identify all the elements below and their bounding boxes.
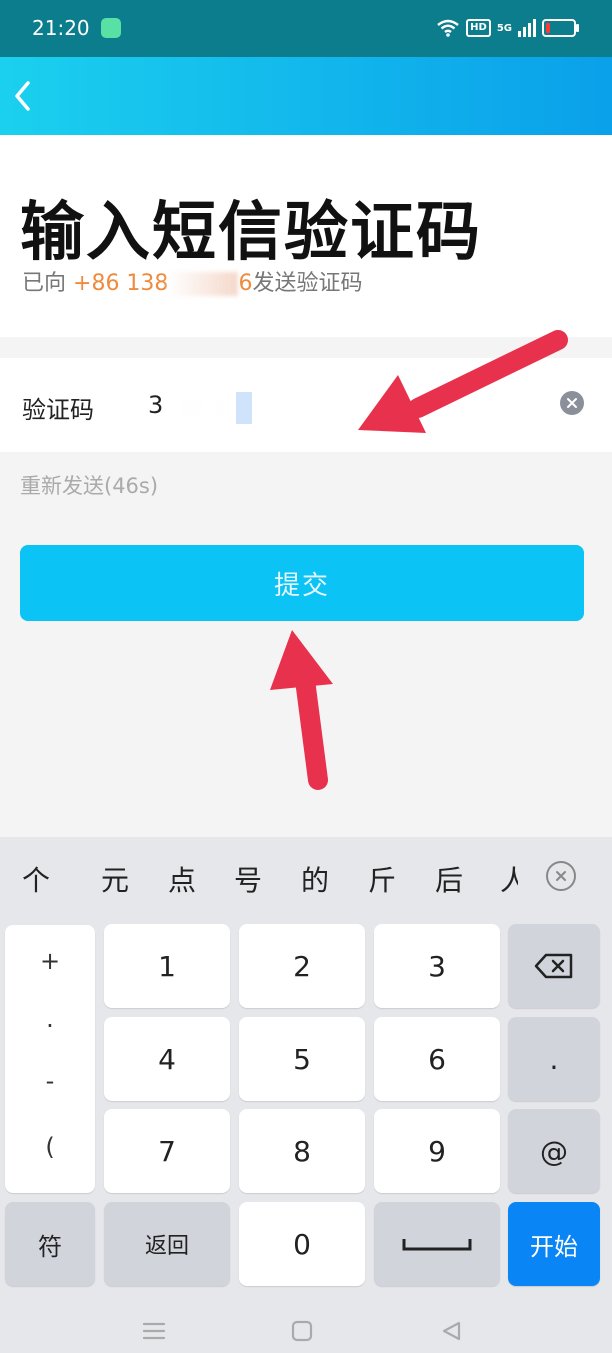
suggestion-item[interactable]: 点	[168, 859, 196, 899]
code-row: 验证码	[0, 358, 612, 452]
back-button[interactable]	[2, 75, 42, 117]
symbol-column[interactable]: + . - (	[5, 925, 95, 1193]
key-at[interactable]: @	[508, 1109, 600, 1193]
back-key[interactable]: 返回	[104, 1202, 230, 1286]
clear-input-button[interactable]	[560, 391, 584, 415]
close-suggestions-button[interactable]	[546, 861, 576, 891]
key-0[interactable]: 0	[239, 1202, 365, 1286]
back-nav-icon[interactable]	[440, 1320, 462, 1342]
system-nav-bar	[0, 1300, 612, 1353]
suggestion-item[interactable]: 号	[234, 859, 262, 899]
key-3[interactable]: 3	[374, 924, 500, 1008]
backspace-icon	[534, 953, 573, 979]
status-icons: HD 5G	[436, 14, 579, 42]
hd-icon: HD	[466, 19, 491, 37]
menu-icon[interactable]	[142, 1320, 166, 1342]
status-bar: 21:20 HD 5G	[0, 0, 612, 57]
title-section: 输入短信验证码 已向 +86 138 6发送验证码	[0, 135, 612, 337]
symbol-plus[interactable]: +	[5, 947, 95, 975]
top-bar	[0, 57, 612, 135]
backspace-key[interactable]	[508, 924, 600, 1008]
suggestion-item[interactable]: 个	[22, 859, 50, 899]
phone-number: +86 138 6	[73, 271, 253, 296]
key-8[interactable]: 8	[239, 1109, 365, 1193]
status-time: 21:20	[32, 16, 90, 40]
resend-countdown[interactable]: 重新发送(46s)	[20, 470, 158, 500]
key-2[interactable]: 2	[239, 924, 365, 1008]
subtitle-prefix: 已向	[22, 271, 67, 296]
battery-icon	[542, 19, 579, 37]
space-icon	[402, 1239, 472, 1251]
suggestion-bar: 个 元 点 号 的 斤 后 人	[0, 837, 612, 921]
submit-button[interactable]: 提交	[20, 545, 584, 621]
key-6[interactable]: 6	[374, 1017, 500, 1101]
key-7[interactable]: 7	[104, 1109, 230, 1193]
page-title: 输入短信验证码	[20, 196, 482, 270]
suggestion-item[interactable]: 斤	[368, 859, 396, 899]
key-1[interactable]: 1	[104, 924, 230, 1008]
space-key[interactable]	[374, 1202, 500, 1286]
arrow-to-submit	[270, 630, 333, 790]
signal-icon	[518, 19, 536, 37]
start-key[interactable]: 开始	[508, 1202, 600, 1286]
symbol-dot[interactable]: .	[5, 1005, 95, 1033]
code-label: 验证码	[22, 396, 94, 424]
sms-sent-notice: 已向 +86 138 6发送验证码	[22, 265, 362, 297]
suggestion-item[interactable]: 后	[435, 859, 463, 899]
wifi-icon	[437, 19, 459, 37]
numeric-keyboard: 个 元 点 号 的 斤 后 人 + . - ( 1 2 3 4 5 6 . 7 …	[0, 837, 612, 1353]
symbol-minus[interactable]: -	[5, 1067, 95, 1095]
text-cursor	[236, 392, 252, 424]
key-9[interactable]: 9	[374, 1109, 500, 1193]
key-dot[interactable]: .	[508, 1017, 600, 1101]
suggestion-item[interactable]: 人	[500, 859, 518, 899]
symbol-paren[interactable]: (	[5, 1133, 95, 1161]
app-notification-icon	[101, 18, 121, 38]
code-redaction	[172, 392, 232, 420]
suggestion-item[interactable]: 元	[101, 859, 129, 899]
network-type-label: 5G	[496, 22, 512, 34]
chevron-left-icon	[15, 81, 30, 111]
suggestion-item[interactable]: 的	[301, 859, 329, 899]
home-icon[interactable]	[291, 1320, 313, 1342]
symbol-key[interactable]: 符	[5, 1202, 95, 1286]
close-icon	[556, 871, 566, 881]
phone-redaction	[168, 272, 239, 296]
close-icon	[567, 398, 577, 408]
subtitle-suffix: 发送验证码	[252, 271, 363, 296]
key-5[interactable]: 5	[239, 1017, 365, 1101]
key-4[interactable]: 4	[104, 1017, 230, 1101]
